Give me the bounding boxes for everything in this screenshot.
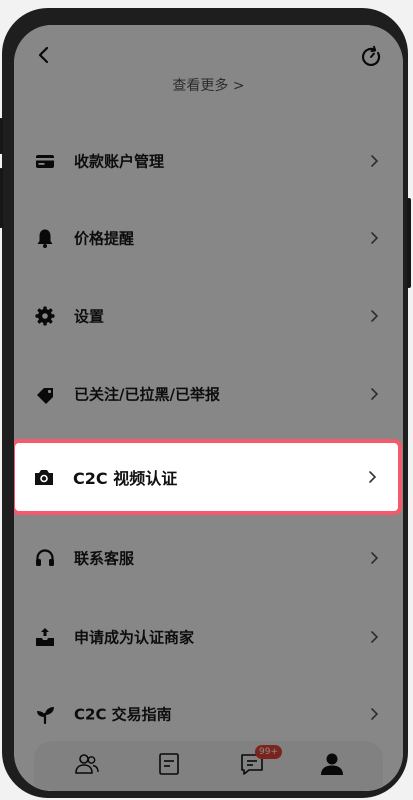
see-more-link[interactable]: 查看更多 > bbox=[14, 75, 403, 95]
tag-icon bbox=[37, 388, 53, 404]
chevron-right-icon bbox=[371, 388, 379, 400]
menu-item-price-alert[interactable]: 价格提醒 bbox=[14, 208, 403, 268]
menu-item-label: C2C 视频认证 bbox=[73, 469, 178, 488]
menu-item-apply-verified-merchant[interactable]: 申请成为认证商家 bbox=[14, 607, 403, 667]
menu-item-following-blocked-reported[interactable]: 已关注/已拉黑/已举报 bbox=[14, 364, 403, 424]
chevron-right-icon bbox=[371, 631, 379, 643]
phone-side-button bbox=[0, 168, 3, 228]
people-icon[interactable] bbox=[74, 751, 100, 777]
menu-item-customer-service[interactable]: 联系客服 bbox=[14, 528, 403, 588]
menu-item-label: 联系客服 bbox=[74, 549, 135, 568]
menu-item-label: C2C 交易指南 bbox=[74, 705, 172, 724]
menu-item-label: 收款账户管理 bbox=[74, 152, 165, 171]
camera-icon bbox=[35, 470, 53, 485]
profile-icon[interactable] bbox=[319, 751, 345, 777]
phone-frame: 查看更多 > 收款账户管理 价格提醒 设置 已关注/已拉黑/已举报 联系客服 申… bbox=[0, 8, 411, 798]
back-icon[interactable] bbox=[34, 45, 54, 65]
menu-item-payment-accounts[interactable]: 收款账户管理 bbox=[14, 131, 403, 191]
menu-item-label: 申请成为认证商家 bbox=[74, 628, 195, 647]
headset-icon bbox=[36, 549, 54, 566]
menu-item-label: 已关注/已拉黑/已举报 bbox=[74, 385, 220, 404]
bottom-tab-bar: 99+ bbox=[34, 741, 383, 791]
card-icon bbox=[36, 155, 54, 168]
bell-icon bbox=[37, 229, 53, 248]
menu-item-c2c-trading-guide[interactable]: C2C 交易指南 bbox=[14, 684, 403, 744]
chevron-right-icon bbox=[371, 155, 379, 167]
menu-item-label: 设置 bbox=[74, 307, 105, 326]
messages-tab[interactable]: 99+ bbox=[239, 745, 282, 777]
phone-side-button bbox=[0, 118, 3, 154]
chevron-right-icon bbox=[371, 310, 379, 322]
menu-item-label: 价格提醒 bbox=[74, 229, 135, 248]
chevron-right-icon bbox=[371, 552, 379, 564]
unread-badge: 99+ bbox=[255, 745, 282, 759]
gear-icon bbox=[35, 306, 55, 326]
refresh-icon[interactable] bbox=[359, 45, 383, 69]
merchant-upload-icon bbox=[36, 628, 54, 646]
chevron-right-icon bbox=[371, 708, 379, 720]
menu-item-settings[interactable]: 设置 bbox=[14, 286, 403, 346]
menu-item-c2c-video-verification[interactable]: C2C 视频认证 bbox=[14, 439, 402, 515]
app-screen: 查看更多 > 收款账户管理 价格提醒 设置 已关注/已拉黑/已举报 联系客服 申… bbox=[14, 25, 403, 791]
chevron-right-icon bbox=[371, 232, 379, 244]
chevron-right-icon bbox=[369, 471, 377, 483]
orders-icon[interactable] bbox=[156, 751, 182, 777]
phone-side-button bbox=[407, 198, 411, 288]
sprout-icon bbox=[37, 707, 54, 725]
